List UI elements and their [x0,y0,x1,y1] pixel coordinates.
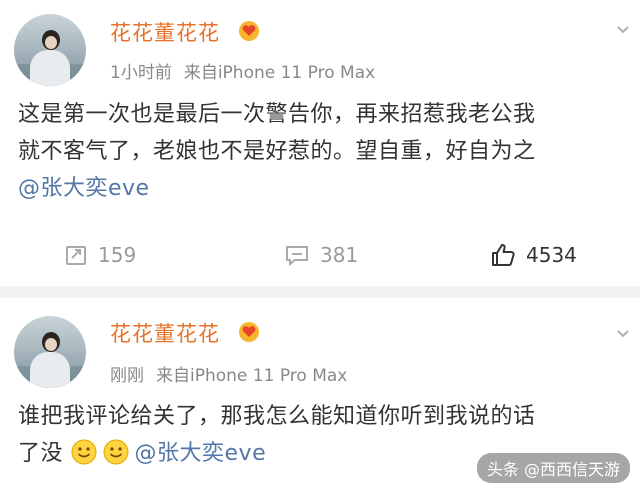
author-name[interactable]: 花花董花花 [110,17,220,47]
post-meta: 1小时前 来自iPhone 11 Pro Max [110,58,387,83]
comment-count: 381 [320,243,359,267]
like-count: 4534 [526,243,577,267]
post-source: 来自iPhone 11 Pro Max [183,63,376,83]
post-source: 来自iPhone 11 Pro Max [156,366,348,386]
mention-link[interactable]: @张大奕eve [18,170,626,207]
chevron-down-icon[interactable] [616,326,630,340]
chevron-down-icon[interactable] [616,22,630,36]
mention-link[interactable]: @张大奕eve [135,441,267,466]
post-content: 这是第一次也是最后一次警告你，再来招惹我老公我 就不客气了，老娘也不是好惹的。望… [18,96,626,207]
comment-icon [286,246,308,267]
post-meta: 刚刚 来自iPhone 11 Pro Max [110,361,359,386]
repost-count: 159 [98,243,137,267]
smile-emoji-icon [103,439,129,465]
like-button[interactable]: 4534 [490,238,577,272]
thumbs-up-icon [492,244,515,266]
post-text-line: 就不客气了，老娘也不是好惹的。望自重，好自为之 [18,139,536,164]
post-text-line: 这是第一次也是最后一次警告你，再来招惹我老公我 [18,102,536,127]
post-time: 1小时前 [110,63,172,83]
post-card-1: 花花董花花 1小时前 来自iPhone 11 Pro Max 这是第一次也是最后一… [0,0,640,286]
repost-icon [66,246,86,265]
vip-heart-badge-icon [239,322,259,342]
comment-button[interactable]: 381 [284,238,358,272]
avatar[interactable] [14,14,86,86]
watermark: 头条 @西西信天游 [476,453,630,483]
author-name[interactable]: 花花董花花 [110,318,220,348]
post-text: 了没 [18,441,64,466]
action-bar: 159 381 4534 [0,238,640,272]
vip-heart-badge-icon [239,21,259,41]
smile-emoji-icon [71,439,97,465]
post-time: 刚刚 [110,366,144,386]
avatar[interactable] [14,316,86,388]
repost-button[interactable]: 159 [64,238,136,272]
post-text-line: 谁把我评论给关了，那我怎么能知道你听到我说的话 [18,404,536,429]
